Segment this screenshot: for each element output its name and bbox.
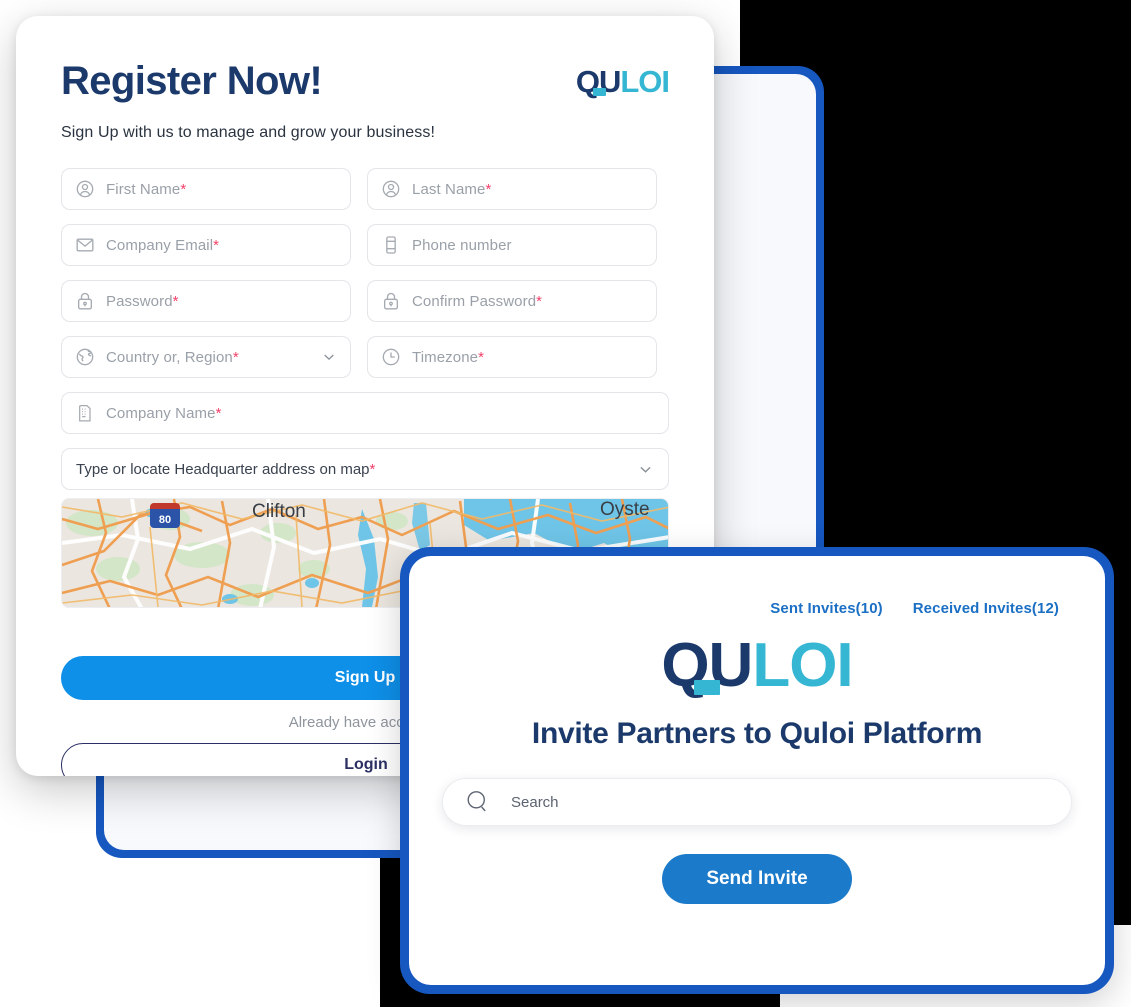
quloi-logo-small: QULOI <box>576 64 670 99</box>
invite-card-frame: Sent Invites(10) Received Invites(12) QU… <box>400 547 1114 994</box>
first-name-placeholder: First Name* <box>106 180 187 198</box>
page-title: Register Now! <box>61 59 323 103</box>
lock-icon <box>381 291 401 311</box>
invite-card: Sent Invites(10) Received Invites(12) QU… <box>409 556 1105 985</box>
clock-icon <box>381 347 401 367</box>
company-name-field[interactable]: Company Name* <box>61 392 669 434</box>
mail-icon <box>75 235 95 255</box>
invite-tabs: Sent Invites(10) Received Invites(12) <box>409 556 1105 617</box>
timezone-field[interactable]: Timezone* <box>367 336 657 378</box>
highway-shield-80: 80 <box>150 503 180 528</box>
register-form: First Name* Last Name* Company Email* Ph… <box>61 168 669 434</box>
search-input[interactable]: Search <box>442 778 1072 826</box>
search-placeholder: Search <box>511 793 559 811</box>
password-field[interactable]: Password* <box>61 280 351 322</box>
logo-text-light: LOI <box>752 631 853 700</box>
invite-logo-wrap: QULOI <box>409 635 1105 697</box>
globe-icon <box>75 347 95 367</box>
user-icon <box>381 179 401 199</box>
phone-number-field[interactable]: Phone number <box>367 224 657 266</box>
logo-q-tail <box>592 88 606 96</box>
headquarter-address-field[interactable]: Type or locate Headquarter address on ma… <box>61 448 669 490</box>
map-label-clifton: Clifton <box>252 501 306 522</box>
phone-number-placeholder: Phone number <box>412 236 512 254</box>
company-email-placeholder: Company Email* <box>106 236 220 254</box>
confirm-password-placeholder: Confirm Password* <box>412 292 543 310</box>
invite-heading: Invite Partners to Quloi Platform <box>531 717 983 750</box>
building-icon <box>75 403 95 423</box>
tab-sent-invites[interactable]: Sent Invites(10) <box>770 600 882 617</box>
headquarter-address-placeholder: Type or locate Headquarter address on ma… <box>76 460 376 478</box>
quloi-logo-large: QULOI <box>661 635 853 697</box>
chevron-down-icon[interactable] <box>637 461 654 478</box>
page-stage: Register Now! QULOI Sign Up with us to m… <box>0 0 1131 1007</box>
company-email-field[interactable]: Company Email* <box>61 224 351 266</box>
company-name-placeholder: Company Name* <box>106 404 222 422</box>
lock-icon <box>75 291 95 311</box>
first-name-field[interactable]: First Name* <box>61 168 351 210</box>
send-invite-button[interactable]: Send Invite <box>662 854 852 904</box>
search-icon <box>465 789 491 815</box>
user-icon <box>75 179 95 199</box>
register-header: Register Now! QULOI <box>61 59 670 103</box>
country-region-field[interactable]: Country or, Region* <box>61 336 351 378</box>
country-region-placeholder: Country or, Region* <box>106 348 239 366</box>
last-name-field[interactable]: Last Name* <box>367 168 657 210</box>
tab-received-invites[interactable]: Received Invites(12) <box>913 600 1059 617</box>
timezone-placeholder: Timezone* <box>412 348 485 366</box>
logo-text-light: LOI <box>620 64 670 99</box>
map-label-oyster: Oyste <box>600 499 650 520</box>
logo-q-tail <box>694 680 721 695</box>
page-subtitle: Sign Up with us to manage and grow your … <box>61 124 435 141</box>
password-placeholder: Password* <box>106 292 179 310</box>
confirm-password-field[interactable]: Confirm Password* <box>367 280 657 322</box>
last-name-placeholder: Last Name* <box>412 180 492 198</box>
chevron-down-icon[interactable] <box>321 349 337 365</box>
phone-icon <box>381 235 401 255</box>
